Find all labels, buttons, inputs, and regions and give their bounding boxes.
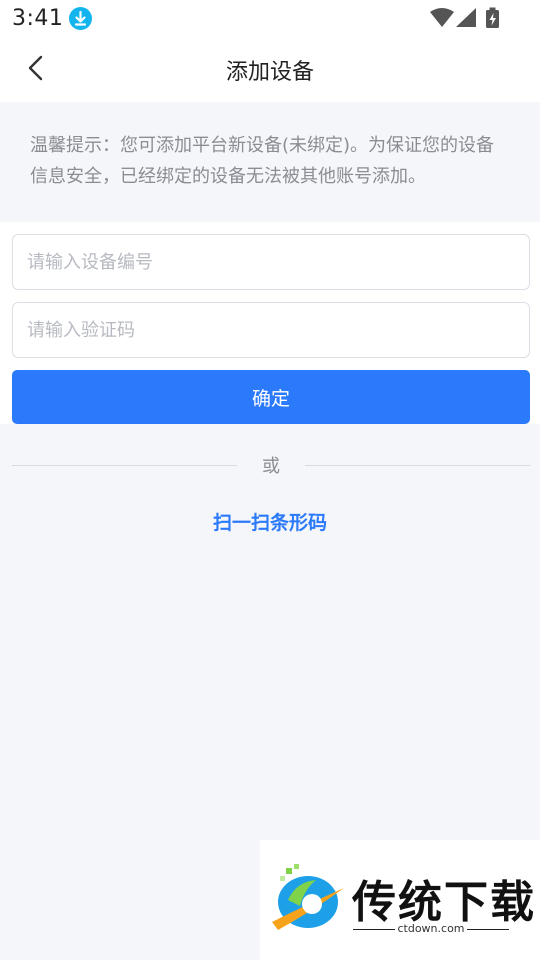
watermark-url: ctdown.com (397, 922, 465, 935)
watermark: 传统下载 ctdown.com (260, 840, 540, 960)
status-bar: 3:41 (0, 0, 540, 38)
divider-line-left (12, 465, 237, 466)
wifi-icon (430, 8, 454, 27)
watermark-line-left (353, 929, 395, 930)
site-logo-icon (272, 864, 344, 930)
watermark-line-right (467, 929, 509, 930)
page-title: 添加设备 (225, 60, 314, 85)
tip-text: 温馨提示：您可添加平台新设备(未绑定)。为保证您的设备信息安全，已经绑定的设备无… (0, 102, 540, 222)
nav-bar: 添加设备 (0, 38, 540, 102)
device-number-input[interactable] (12, 234, 530, 290)
scan-barcode-link[interactable]: 扫一扫条形码 (0, 508, 540, 535)
status-icons (430, 7, 530, 29)
divider-line-right (305, 465, 530, 466)
add-device-form: 确定 (0, 222, 540, 424)
confirm-button[interactable]: 确定 (12, 370, 530, 424)
divider-text: 或 (262, 456, 280, 477)
cellular-signal-icon (456, 8, 476, 27)
verification-code-input[interactable] (12, 302, 530, 358)
watermark-name: 传统下载 (352, 877, 536, 928)
status-time: 3:41 (12, 6, 64, 31)
battery-charging-icon (486, 7, 499, 28)
download-arrow-icon (69, 7, 92, 30)
